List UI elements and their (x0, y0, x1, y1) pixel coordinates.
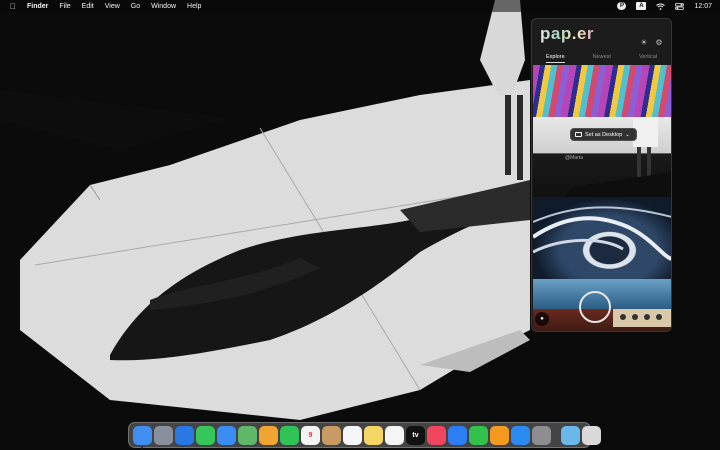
tab-newest[interactable]: Newest (593, 54, 611, 60)
notes-icon[interactable] (364, 425, 383, 445)
contacts-icon[interactable] (322, 425, 341, 445)
set-as-desktop-label: Set as Desktop (585, 131, 623, 138)
wifi-icon[interactable] (656, 2, 666, 10)
freeform-icon[interactable] (385, 425, 404, 445)
reminders-icon[interactable] (343, 425, 362, 445)
brightness-icon[interactable]: ☀ (640, 38, 648, 47)
dock: 9 tv (128, 422, 601, 449)
downloads-folder-icon[interactable] (561, 425, 580, 445)
maps-icon[interactable] (238, 425, 257, 445)
paper-icon[interactable]: P (617, 2, 627, 10)
panel-header-icons: ☀ ⚙ (640, 38, 663, 47)
menu-bar-status-area: P A 12:07 (617, 2, 712, 10)
control-center-icon[interactable] (675, 2, 685, 10)
keynote-icon[interactable] (448, 425, 467, 445)
messages-icon[interactable] (196, 425, 215, 445)
wallpaper-thumbnail[interactable] (533, 197, 671, 279)
slideshow-icon[interactable]: ● (535, 312, 549, 326)
music-icon[interactable] (427, 425, 446, 445)
wallpaper-thumbnail[interactable] (533, 279, 671, 331)
monitor-icon (575, 132, 582, 137)
mail-icon[interactable] (217, 425, 236, 445)
photo-credit[interactable]: @Marta (565, 155, 583, 161)
paper-popover-panel: pap.er ☀ ⚙ Explore Newest Vertical (531, 18, 672, 332)
menu-go[interactable]: Go (131, 3, 140, 10)
menu-app-name[interactable]: Finder (27, 3, 48, 10)
chevron-down-icon[interactable]: ⌄ (625, 132, 630, 138)
system-settings-icon[interactable] (532, 425, 551, 445)
menu-window[interactable]: Window (151, 3, 176, 10)
panel-tabs: Explore Newest Vertical (532, 54, 671, 63)
apple-menu-icon[interactable]:  (8, 2, 18, 11)
menu-view[interactable]: View (105, 3, 120, 10)
calendar-icon[interactable]: 9 (301, 425, 320, 445)
photos-icon[interactable] (259, 425, 278, 445)
menu-file[interactable]: File (59, 3, 70, 10)
menu-bar:  Finder File Edit View Go Window Help P… (0, 0, 720, 12)
menu-edit[interactable]: Edit (82, 3, 94, 10)
gear-icon[interactable]: ⚙ (655, 38, 663, 47)
pages-icon[interactable] (490, 425, 509, 445)
tab-explore[interactable]: Explore (545, 54, 565, 63)
wallpaper-thumbnail[interactable] (533, 65, 671, 117)
app-store-icon[interactable] (511, 425, 530, 445)
launchpad-icon[interactable] (154, 425, 173, 445)
set-as-desktop-button[interactable]: Set as Desktop ⌄ (570, 128, 637, 141)
input-source-icon[interactable]: A (636, 2, 647, 10)
panel-header: pap.er ☀ ⚙ Explore Newest Vertical (532, 19, 671, 65)
tv-icon[interactable]: tv (406, 425, 425, 445)
menu-bar-clock[interactable]: 12:07 (694, 3, 712, 10)
trash-icon[interactable] (582, 425, 601, 445)
numbers-icon[interactable] (469, 425, 488, 445)
safari-icon[interactable] (175, 425, 194, 445)
facetime-icon[interactable] (280, 425, 299, 445)
finder-icon[interactable] (133, 425, 152, 449)
menu-help[interactable]: Help (187, 3, 201, 10)
tab-vertical[interactable]: Vertical (639, 54, 657, 60)
paper-logo: pap.er (540, 24, 595, 43)
